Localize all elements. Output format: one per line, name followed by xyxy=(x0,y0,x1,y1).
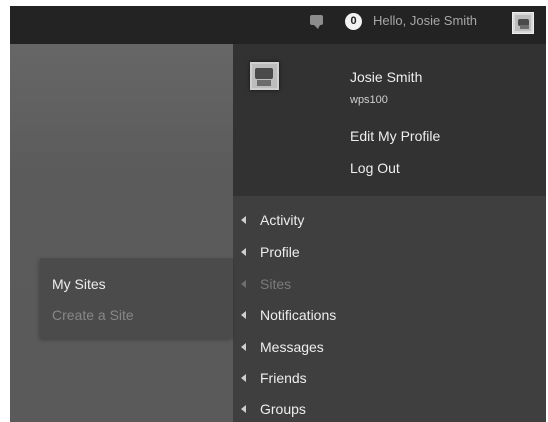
triangle-left-icon xyxy=(241,343,246,351)
menu-item-label: Friends xyxy=(260,370,307,386)
robot-avatar-icon xyxy=(250,62,279,90)
menu-item-label: Sites xyxy=(260,276,292,292)
menu-item-messages[interactable]: Messages xyxy=(240,335,324,359)
account-username[interactable]: wps100 xyxy=(350,94,388,106)
robot-avatar-glyph xyxy=(515,15,531,31)
menu-item-notifications[interactable]: Notifications xyxy=(240,303,336,327)
menu-item-friends[interactable]: Friends xyxy=(240,366,307,390)
menu-item-label: Notifications xyxy=(260,307,337,323)
menu-item-label: Activity xyxy=(260,212,305,228)
triangle-left-icon xyxy=(241,311,246,319)
create-a-site-link[interactable]: Create a Site xyxy=(52,307,134,323)
comments-count-badge[interactable]: 0 xyxy=(345,13,362,30)
menu-item-activity[interactable]: Activity xyxy=(240,208,304,232)
greeting-text[interactable]: Hello, Josie Smith xyxy=(373,13,477,28)
triangle-left-icon xyxy=(241,280,246,288)
triangle-left-icon xyxy=(241,405,246,413)
menu-item-sites[interactable]: Sites xyxy=(240,272,291,296)
menu-item-label: Messages xyxy=(260,339,324,355)
sites-submenu xyxy=(40,258,233,338)
menu-item-label: Profile xyxy=(260,244,300,260)
menu-item-profile[interactable]: Profile xyxy=(240,240,300,264)
edit-profile-link[interactable]: Edit My Profile xyxy=(350,128,440,144)
triangle-left-icon xyxy=(241,216,246,224)
account-display-name[interactable]: Josie Smith xyxy=(350,69,422,85)
menu-item-groups[interactable]: Groups xyxy=(240,397,306,421)
menu-item-label: Groups xyxy=(260,401,306,417)
triangle-left-icon xyxy=(241,248,246,256)
triangle-left-icon xyxy=(241,374,246,382)
my-sites-link[interactable]: My Sites xyxy=(52,276,106,292)
robot-avatar-glyph xyxy=(252,64,277,88)
comment-bubble-icon[interactable] xyxy=(310,15,323,29)
robot-avatar-icon[interactable] xyxy=(512,12,534,34)
wordpress-admin-screen: 0 Hello, Josie Smith Josie Smith wps100 … xyxy=(0,0,548,422)
log-out-link[interactable]: Log Out xyxy=(350,160,400,176)
